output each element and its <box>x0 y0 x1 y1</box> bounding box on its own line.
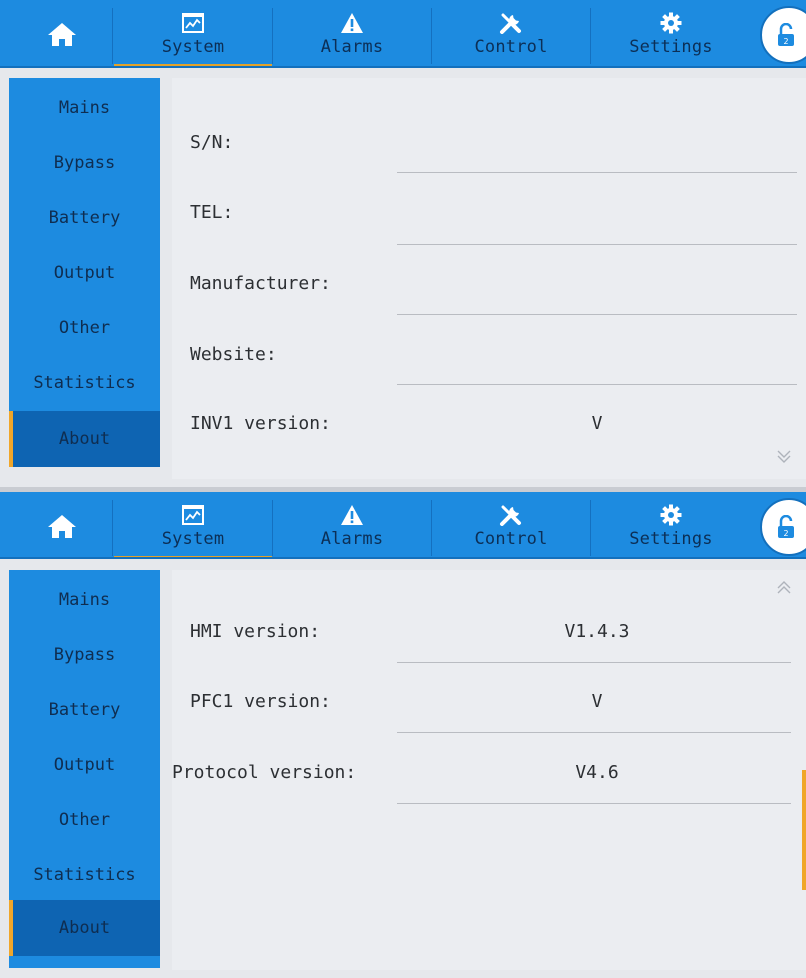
sidebar-item-bypass[interactable]: Bypass <box>9 627 160 683</box>
sidebar-item-label: Mains <box>58 98 111 118</box>
lock-button[interactable]: 2 <box>760 6 806 64</box>
tab-settings[interactable]: Settings <box>591 0 751 66</box>
tab-system-label: System <box>161 529 225 549</box>
top-nav-bar: System Alarms Control Settings 2 <box>0 492 806 558</box>
sidebar-item-label: About <box>58 429 111 449</box>
pfc1-version-label: PFC1 version: <box>190 691 331 712</box>
tab-system[interactable]: System <box>114 492 272 558</box>
scroll-down-icon[interactable] <box>776 448 792 464</box>
row-divider <box>397 172 797 173</box>
home-button[interactable] <box>12 2 112 66</box>
sidebar-item-label: Other <box>58 810 111 830</box>
sidebar-item-mains[interactable]: Mains <box>9 572 160 628</box>
row-divider <box>397 384 797 385</box>
sidebar-item-statistics[interactable]: Statistics <box>9 847 160 903</box>
tab-control[interactable]: Control <box>432 492 590 558</box>
sidebar-item-label: Battery <box>48 208 121 228</box>
tab-alarms-label: Alarms <box>320 37 384 57</box>
inv1-version-label: INV1 version: <box>190 413 331 434</box>
inv1-version-value: V <box>591 413 603 434</box>
website-label: Website: <box>190 344 277 365</box>
tel-label: TEL: <box>190 202 234 223</box>
home-button[interactable] <box>12 494 112 558</box>
unlock-icon: 2 <box>778 515 794 538</box>
sidebar: Mains Bypass Battery Output Other Statis… <box>9 570 160 968</box>
unlock-icon: 2 <box>778 23 794 46</box>
sidebar: Mains Bypass Battery Output Other Statis… <box>9 78 160 467</box>
sidebar-item-battery[interactable]: Battery <box>9 682 160 738</box>
about-content-panel: HMI version: V1.4.3 PFC1 version: V Prot… <box>172 570 806 970</box>
sidebar-item-output[interactable]: Output <box>9 737 160 793</box>
tab-alarms-label: Alarms <box>320 529 384 549</box>
sidebar-item-label: Statistics <box>33 373 136 393</box>
tab-alarms[interactable]: Alarms <box>273 492 431 558</box>
sidebar-item-output[interactable]: Output <box>9 245 160 301</box>
row-divider <box>397 244 797 245</box>
protocol-version-label: Protocol version: <box>172 762 357 783</box>
scroll-indicator <box>802 770 806 890</box>
home-icon <box>48 515 76 538</box>
home-icon <box>48 23 76 46</box>
tab-settings-label: Settings <box>629 37 713 57</box>
about-screen-page-2: System Alarms Control Settings 2 Mains B… <box>0 492 806 978</box>
sidebar-item-bypass[interactable]: Bypass <box>9 135 160 191</box>
sn-label: S/N: <box>190 132 234 153</box>
sidebar-item-label: Other <box>58 318 111 338</box>
sidebar-item-label: Output <box>53 263 116 283</box>
sidebar-item-label: Output <box>53 755 116 775</box>
sidebar-item-other[interactable]: Other <box>9 300 160 356</box>
tools-icon <box>500 505 521 526</box>
gear-icon <box>660 504 682 526</box>
tab-settings[interactable]: Settings <box>591 492 751 558</box>
sidebar-item-label: Statistics <box>33 865 136 885</box>
gear-icon <box>660 12 682 34</box>
lock-level-text: 2 <box>783 37 788 46</box>
tab-settings-label: Settings <box>629 529 713 549</box>
sidebar-item-statistics[interactable]: Statistics <box>9 355 160 411</box>
hmi-version-value: V1.4.3 <box>564 621 630 642</box>
tab-system-label: System <box>161 37 225 57</box>
sidebar-item-label: Mains <box>58 590 111 610</box>
pfc1-version-value: V <box>591 691 603 712</box>
manufacturer-label: Manufacturer: <box>190 273 331 294</box>
hmi-version-label: HMI version: <box>190 621 321 642</box>
lock-button[interactable]: 2 <box>760 498 806 556</box>
about-content-panel: S/N: TEL: Manufacturer: Website: INV1 ve… <box>172 78 806 479</box>
sidebar-item-label: Bypass <box>53 153 116 173</box>
top-nav-bar: System Alarms Control Settings 2 <box>0 0 806 67</box>
about-screen-page-1: System Alarms Control Settings 2 Mains B… <box>0 0 806 487</box>
row-divider <box>397 314 797 315</box>
sidebar-item-battery[interactable]: Battery <box>9 190 160 246</box>
row-divider <box>397 662 791 663</box>
tab-alarms[interactable]: Alarms <box>273 0 431 66</box>
sidebar-item-other[interactable]: Other <box>9 792 160 848</box>
tab-system[interactable]: System <box>114 0 272 66</box>
scroll-up-icon[interactable] <box>776 580 792 596</box>
sidebar-item-mains[interactable]: Mains <box>9 80 160 136</box>
row-divider <box>397 732 791 733</box>
sidebar-item-label: Battery <box>48 700 121 720</box>
tools-icon <box>500 13 521 34</box>
sidebar-item-about[interactable]: About <box>9 900 160 956</box>
protocol-version-value: V4.6 <box>575 762 619 783</box>
sidebar-item-about[interactable]: About <box>9 411 160 467</box>
tab-control-label: Control <box>474 37 548 57</box>
row-divider <box>397 803 791 804</box>
lock-level-text: 2 <box>783 529 788 538</box>
warning-icon <box>341 13 363 33</box>
chart-icon <box>182 505 204 525</box>
sidebar-item-label: About <box>58 918 111 938</box>
warning-icon <box>341 505 363 525</box>
tab-control-label: Control <box>474 529 548 549</box>
sidebar-item-label: Bypass <box>53 645 116 665</box>
tab-control[interactable]: Control <box>432 0 590 66</box>
chart-icon <box>182 13 204 33</box>
